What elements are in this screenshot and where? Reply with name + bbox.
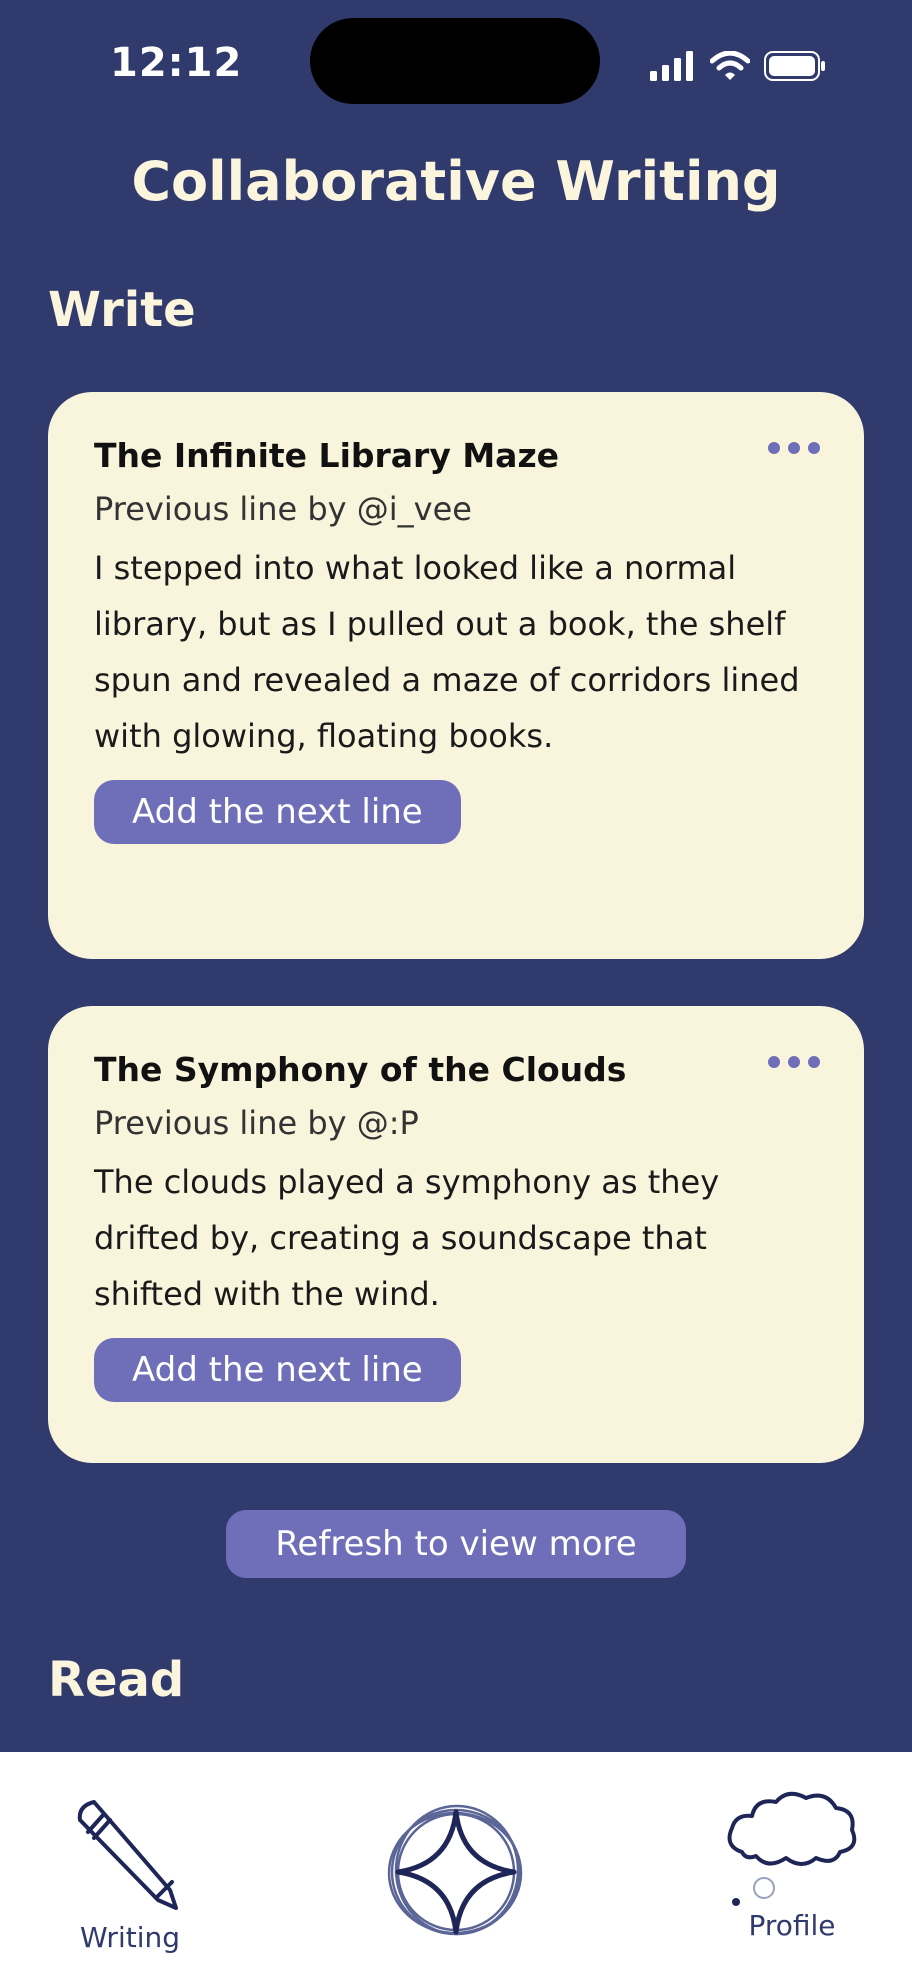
more-options-icon[interactable]	[768, 1056, 820, 1068]
story-title: The Infinite Library Maze	[94, 436, 560, 475]
nav-item-writing[interactable]: Writing	[60, 1794, 200, 1954]
previous-line-author: Previous line by @i_vee	[94, 489, 472, 528]
story-card: The Symphony of the Clouds Previous line…	[48, 1006, 864, 1463]
refresh-button[interactable]: Refresh to view more	[226, 1510, 686, 1578]
nav-item-home[interactable]	[386, 1802, 526, 1942]
more-options-icon[interactable]	[768, 442, 820, 454]
status-bar: 12:12	[0, 0, 912, 130]
status-time: 12:12	[110, 40, 243, 86]
page-title: Collaborative Writing	[131, 150, 781, 213]
add-next-line-button[interactable]: Add the next line	[94, 1337, 461, 1402]
star-compass-icon	[386, 1804, 526, 1949]
pencil-icon	[70, 1800, 190, 1921]
story-title: The Symphony of the Clouds	[94, 1050, 627, 1089]
bottom-nav: Writing Profile	[0, 1752, 912, 1968]
section-title-write: Write	[48, 282, 196, 338]
signal-icon	[650, 51, 696, 85]
section-title-read: Read	[48, 1652, 185, 1708]
nav-label-writing: Writing	[80, 1921, 180, 1954]
dynamic-island	[310, 18, 600, 104]
story-text: The clouds played a symphony as they dri…	[94, 1162, 720, 1313]
battery-icon	[764, 51, 826, 85]
story-text: I stepped into what looked like a normal…	[94, 548, 800, 755]
nav-item-profile[interactable]: Profile	[722, 1786, 862, 1942]
wifi-icon	[709, 50, 751, 85]
previous-line-author: Previous line by @:P	[94, 1103, 419, 1142]
status-icons	[650, 48, 826, 88]
story-card: The Infinite Library Maze Previous line …	[48, 392, 864, 959]
add-next-line-button[interactable]: Add the next line	[94, 779, 461, 844]
